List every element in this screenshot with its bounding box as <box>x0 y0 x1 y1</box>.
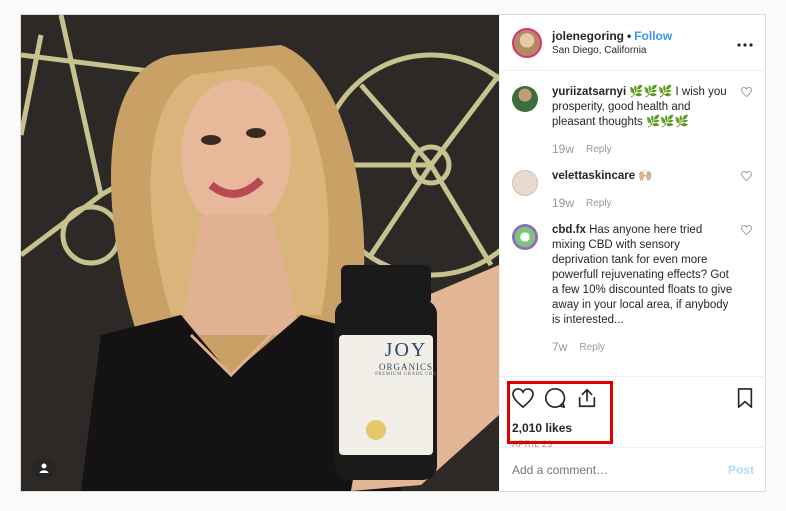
post-header-meta: jolenegoring • Follow San Diego, Califor… <box>552 29 737 56</box>
comment-username[interactable]: yuriizatsarnyi <box>552 86 626 98</box>
comment-item: cbd.fx Has anyone here tried mixing CBD … <box>512 223 753 355</box>
comment-age[interactable]: 19w <box>552 142 574 157</box>
comment-body: cbd.fx Has anyone here tried mixing CBD … <box>552 223 735 355</box>
tagged-user-icon[interactable] <box>33 457 55 479</box>
post-header: jolenegoring • Follow San Diego, Califor… <box>500 15 765 71</box>
action-icons-row <box>512 385 754 415</box>
reply-button[interactable]: Reply <box>586 142 612 157</box>
bottle-label: JOY ORGANICS PREMIUM GRADE CBD <box>359 339 453 377</box>
instagram-post: JOY ORGANICS PREMIUM GRADE CBD jolenegor… <box>20 14 766 492</box>
save-bookmark-icon[interactable] <box>736 387 754 413</box>
bottle-subbrand: ORGANICS <box>378 362 433 372</box>
post-photo[interactable]: JOY ORGANICS PREMIUM GRADE CBD <box>21 15 499 491</box>
post-sidebar: jolenegoring • Follow San Diego, Califor… <box>499 15 766 491</box>
post-actions: 2,010 likes APRIL 23 <box>500 376 766 449</box>
commenter-avatar[interactable] <box>512 170 538 196</box>
comment-age[interactable]: 19w <box>552 196 574 211</box>
comment-item: yuriizatsarnyi 🌿🌿🌿 I wish you prosperity… <box>512 85 753 157</box>
location-link[interactable]: San Diego, California <box>552 45 737 56</box>
comment-footer: 19w Reply <box>552 142 735 157</box>
follow-button[interactable]: Follow <box>634 29 672 43</box>
comment-like-icon[interactable] <box>741 170 753 211</box>
comment-body: velettaskincare 🙌🏼 19w Reply <box>552 169 735 211</box>
comment-text: 🙌🏼 <box>635 170 653 182</box>
comment-username[interactable]: cbd.fx <box>552 224 586 236</box>
comment-icon[interactable] <box>544 387 566 414</box>
reply-button[interactable]: Reply <box>579 340 605 355</box>
separator-dot: • <box>627 29 632 43</box>
comment-age[interactable]: 7w <box>552 340 567 355</box>
likes-count[interactable]: 2,010 likes <box>512 421 754 435</box>
username-link[interactable]: jolenegoring <box>552 29 624 43</box>
commenter-avatar[interactable] <box>512 224 538 250</box>
comment-footer: 19w Reply <box>552 196 735 211</box>
comment-like-icon[interactable] <box>741 86 753 157</box>
comment-like-icon[interactable] <box>741 224 753 355</box>
comment-text: Has anyone here tried mixing CBD with se… <box>552 224 733 326</box>
avatar[interactable] <box>512 27 542 58</box>
post-comment-button[interactable]: Post <box>728 463 754 477</box>
share-icon[interactable] <box>576 387 598 414</box>
comments-list[interactable]: yuriizatsarnyi 🌿🌿🌿 I wish you prosperity… <box>500 71 765 376</box>
photo-illustration <box>21 15 499 491</box>
like-icon[interactable] <box>512 387 534 413</box>
more-options-icon[interactable] <box>737 34 753 52</box>
comment-footer: 7w Reply <box>552 340 735 355</box>
bottle-grade: PREMIUM GRADE CBD <box>375 372 437 377</box>
comment-username[interactable]: velettaskincare <box>552 170 635 182</box>
reply-button[interactable]: Reply <box>586 196 612 211</box>
bottle-brand: JOY <box>384 339 428 361</box>
commenter-avatar[interactable] <box>512 86 538 112</box>
add-comment-bar: Post <box>500 447 766 491</box>
comment-body: yuriizatsarnyi 🌿🌿🌿 I wish you prosperity… <box>552 85 735 157</box>
username-row: jolenegoring • Follow <box>552 29 737 43</box>
comment-item: velettaskincare 🙌🏼 19w Reply <box>512 169 753 211</box>
add-comment-input[interactable] <box>512 462 728 477</box>
